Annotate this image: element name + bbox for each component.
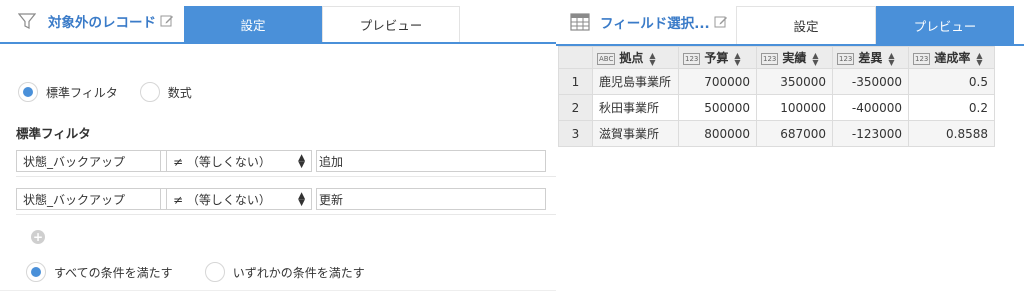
radio-standard-filter-label: 標準フィルタ [46, 85, 118, 100]
radio-match-all-label: すべての条件を満たす [54, 265, 173, 280]
radio-formula[interactable] [139, 82, 160, 102]
radio-match-any-label: いずれかの条件を満たす [232, 265, 365, 280]
tab-settings[interactable]: 設定 [736, 6, 876, 44]
match-mode-group: すべての条件を満たす いずれかの条件を満たす [26, 262, 387, 282]
filter-title-area: 対象外のレコード [0, 0, 184, 42]
radio-match-all[interactable] [26, 262, 46, 282]
column-header[interactable]: 123 予算 ▲ ▼ [678, 46, 757, 69]
operator-value: ≠ （等しくない） [173, 192, 271, 207]
condition-field-select[interactable]: 状態_バックアップ [16, 150, 161, 172]
table-cell: 700000 [678, 68, 757, 95]
column-header[interactable]: 123 実績 ▲ ▼ [756, 46, 833, 69]
filter-panel-header: 対象外のレコード 設定 プレビュー [0, 0, 556, 44]
number-type-icon: 123 [761, 52, 779, 65]
row-index: 2 [558, 94, 593, 121]
edit-title-icon[interactable] [160, 14, 174, 28]
condition-field-select[interactable]: 状態_バックアップ [16, 188, 161, 210]
table-cell: -123000 [832, 120, 909, 147]
column-header[interactable]: ABC 拠点 ▲ ▼ [592, 46, 679, 69]
column-name: 差異 [858, 51, 883, 65]
preview-title-area: フィールド選択... [556, 0, 736, 44]
sort-icon[interactable]: ▲ ▼ [888, 51, 894, 66]
column-name: 実績 [782, 51, 807, 65]
condition-value-input[interactable]: 更新 [316, 188, 546, 210]
preview-panel-header: フィールド選択... 設定 プレビュー [556, 0, 1024, 46]
tab-settings[interactable]: 設定 [184, 6, 322, 42]
table-row: 2 秋田事業所 500000 100000 -400000 0.2 [558, 94, 995, 121]
sort-icon[interactable]: ▲ ▼ [649, 51, 655, 66]
table-cell: 秋田事業所 [592, 94, 679, 121]
add-condition-button[interactable]: + [31, 230, 45, 244]
table-cell: -400000 [832, 94, 909, 121]
number-type-icon: 123 [683, 52, 701, 65]
condition-operator-select[interactable]: ≠ （等しくない） ▲ ▼ [166, 150, 312, 172]
table-row: 3 滋賀事業所 800000 687000 -123000 0.8588 [558, 120, 995, 147]
table-cell: 0.2 [908, 94, 995, 121]
row-index: 1 [558, 68, 593, 95]
table-cell: 800000 [678, 120, 757, 147]
section-label: 標準フィルタ [16, 126, 91, 141]
table-header-row: ABC 拠点 ▲ ▼ 123 予算 ▲ ▼ 123 実績 ▲ ▼ 123 差異 ▲ ▼ 123 達成率 ▲ ▼ [558, 46, 995, 69]
table-cell: 687000 [756, 120, 833, 147]
row-index: 3 [558, 120, 593, 147]
divider [16, 214, 556, 215]
filter-panel: 対象外のレコード 設定 プレビュー 標準フィルタ 数式 標準フィルタ 状態_バッ… [0, 0, 556, 292]
updown-arrow-icon: ▲ ▼ [298, 191, 305, 208]
filter-icon [18, 13, 36, 29]
table-cell: 鹿児島事業所 [592, 68, 679, 95]
edit-title-icon[interactable] [714, 15, 728, 29]
table-cell: 500000 [678, 94, 757, 121]
filter-panel-title: 対象外のレコード [48, 15, 156, 31]
table-cell: 0.5 [908, 68, 995, 95]
row-index-header [558, 46, 593, 69]
number-type-icon: 123 [837, 52, 855, 65]
radio-match-any[interactable] [204, 262, 225, 282]
table-icon [570, 13, 590, 31]
filter-mode-group: 標準フィルタ 数式 [18, 82, 214, 102]
sort-icon[interactable]: ▲ ▼ [976, 51, 982, 66]
text-type-icon: ABC [597, 52, 616, 65]
divider [16, 176, 556, 177]
table-row: 1 鹿児島事業所 700000 350000 -350000 0.5 [558, 68, 995, 95]
sort-icon[interactable]: ▲ ▼ [812, 51, 818, 66]
sort-icon[interactable]: ▲ ▼ [734, 51, 740, 66]
tab-preview[interactable]: プレビュー [876, 6, 1014, 44]
radio-formula-label: 数式 [167, 85, 192, 100]
condition-value-input[interactable]: 追加 [316, 150, 546, 172]
preview-table: ABC 拠点 ▲ ▼ 123 予算 ▲ ▼ 123 実績 ▲ ▼ 123 差異 ▲ ▼ 123 達成率 ▲ ▼… [558, 46, 995, 147]
radio-standard-filter[interactable] [18, 82, 38, 102]
table-cell: 350000 [756, 68, 833, 95]
table-cell: 0.8588 [908, 120, 995, 147]
tab-preview[interactable]: プレビュー [322, 6, 460, 42]
table-cell: -350000 [832, 68, 909, 95]
preview-panel: フィールド選択... 設定 プレビュー ABC 拠点 ▲ ▼ 123 予算 ▲ ▼ 123 実… [556, 0, 1024, 292]
number-type-icon: 123 [913, 52, 931, 65]
column-name: 達成率 [934, 51, 971, 65]
updown-arrow-icon: ▲ ▼ [298, 153, 305, 170]
table-cell: 滋賀事業所 [592, 120, 679, 147]
table-cell: 100000 [756, 94, 833, 121]
column-name: 拠点 [619, 51, 644, 65]
condition-operator-select[interactable]: ≠ （等しくない） ▲ ▼ [166, 188, 312, 210]
preview-panel-title: フィールド選択... [600, 16, 710, 32]
operator-value: ≠ （等しくない） [173, 154, 271, 169]
column-header[interactable]: 123 差異 ▲ ▼ [832, 46, 909, 69]
column-header[interactable]: 123 達成率 ▲ ▼ [908, 46, 995, 69]
divider [0, 290, 556, 291]
column-name: 予算 [704, 51, 729, 65]
